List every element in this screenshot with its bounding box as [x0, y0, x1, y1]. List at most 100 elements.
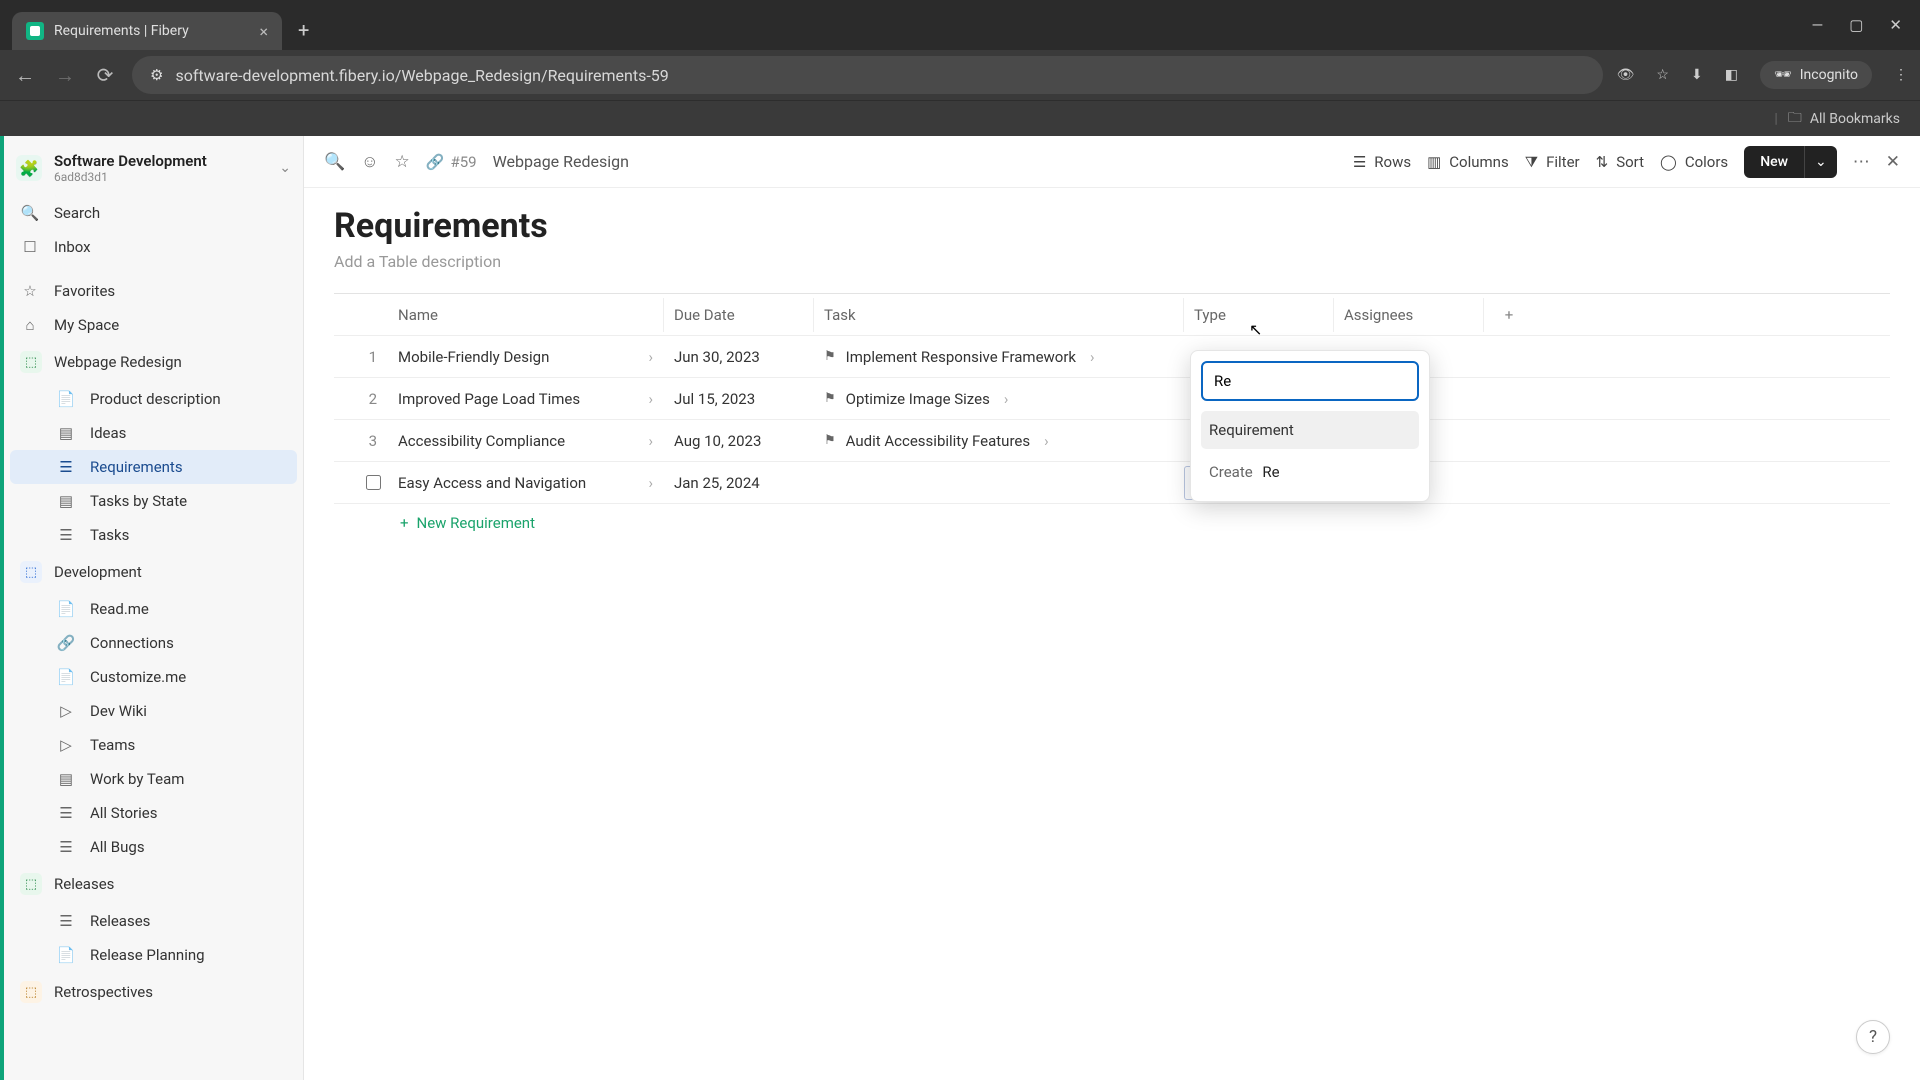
add-requirement-button[interactable]: + New Requirement	[334, 504, 1890, 542]
address-bar[interactable]: ⚙ software-development.fibery.io/Webpage…	[132, 56, 1603, 94]
sidebar-item-connections[interactable]: 🔗Connections	[10, 626, 297, 660]
sidebar-item-product-description[interactable]: 📄Product description	[10, 382, 297, 416]
window-minimize-icon[interactable]: —	[1812, 16, 1824, 34]
expand-icon[interactable]: ›	[648, 348, 653, 366]
space-icon: ⬚	[20, 873, 42, 895]
cell-due[interactable]: Jan 25, 2024	[664, 466, 814, 500]
row-checkbox[interactable]	[352, 475, 392, 490]
colors-button[interactable]: ◯Colors	[1660, 153, 1728, 171]
expand-icon[interactable]: ›	[1004, 390, 1009, 408]
home-icon: ⌂	[20, 316, 40, 334]
close-icon[interactable]: ✕	[1886, 152, 1900, 172]
window-maximize-icon[interactable]: ▢	[1849, 16, 1863, 34]
sidebar-search[interactable]: 🔍Search	[10, 196, 297, 230]
sidebar-item-dev-wiki[interactable]: ▷Dev Wiki	[10, 694, 297, 728]
cell-name[interactable]: Easy Access and Navigation›	[392, 466, 664, 500]
cell-due[interactable]: Aug 10, 2023	[664, 424, 814, 458]
sidebar-item-ideas[interactable]: ▤Ideas	[10, 416, 297, 450]
star-icon[interactable]: ☆	[395, 152, 410, 172]
cell-due[interactable]: Jul 15, 2023	[664, 382, 814, 416]
type-option-requirement[interactable]: Requirement	[1201, 411, 1419, 449]
table-row[interactable]: Easy Access and Navigation› Jan 25, 2024	[334, 462, 1890, 504]
table-row[interactable]: 2 Improved Page Load Times› Jul 15, 2023…	[334, 378, 1890, 420]
side-panel-icon[interactable]: ◧	[1725, 67, 1738, 83]
cell-task[interactable]	[814, 475, 1184, 491]
expand-icon[interactable]: ›	[1090, 348, 1095, 366]
sidebar-item-customize[interactable]: 📄Customize.me	[10, 660, 297, 694]
entity-ref[interactable]: 🔗#59	[426, 153, 477, 171]
sidebar-item-all-stories[interactable]: ☰All Stories	[10, 796, 297, 830]
chevron-down-icon: ⌄	[279, 160, 291, 176]
sidebar-item-tasks[interactable]: ☰Tasks	[10, 518, 297, 552]
type-create-option[interactable]: Create Re	[1201, 453, 1419, 491]
new-tab-button[interactable]: +	[298, 18, 309, 42]
cell-task[interactable]: ⚑Audit Accessibility Features›	[814, 424, 1184, 458]
expand-icon[interactable]: ›	[1044, 432, 1049, 450]
cell-due[interactable]: Jun 30, 2023	[664, 340, 814, 374]
incognito-icon: 🕶	[1774, 67, 1792, 83]
link-icon: 🔗	[426, 153, 445, 171]
expand-icon[interactable]: ›	[648, 390, 653, 408]
tab-close-icon[interactable]: ×	[259, 22, 268, 41]
add-column-button[interactable]: +	[1484, 306, 1534, 324]
bookmark-star-icon[interactable]: ☆	[1656, 67, 1669, 83]
cell-task[interactable]: ⚑Optimize Image Sizes›	[814, 382, 1184, 416]
space-releases[interactable]: ⬚Releases	[10, 864, 297, 904]
emoji-icon[interactable]: ☺	[361, 152, 378, 172]
columns-button[interactable]: ▥Columns	[1427, 153, 1509, 171]
sidebar-my-space[interactable]: ⌂My Space	[10, 308, 297, 342]
sort-button[interactable]: ⇅Sort	[1596, 153, 1644, 171]
rows-button[interactable]: ☰Rows	[1353, 153, 1411, 171]
site-settings-icon[interactable]: ⚙	[150, 66, 163, 84]
table-description-input[interactable]: Add a Table description	[334, 252, 1890, 271]
sidebar-item-tasks-by-state[interactable]: ▤Tasks by State	[10, 484, 297, 518]
window-close-icon[interactable]: ✕	[1889, 16, 1902, 34]
cell-name[interactable]: Improved Page Load Times›	[392, 382, 664, 416]
column-header-due[interactable]: Due Date	[664, 298, 814, 332]
table-row[interactable]: 1 Mobile-Friendly Design› Jun 30, 2023 ⚑…	[334, 336, 1890, 378]
space-development[interactable]: ⬚Development	[10, 552, 297, 592]
all-bookmarks-button[interactable]: 🗀 All Bookmarks	[1788, 107, 1900, 131]
inbox-icon: ☐	[20, 238, 40, 256]
incognito-indicator[interactable]: 🕶 Incognito	[1760, 61, 1872, 89]
list-icon: ☰	[56, 526, 76, 544]
new-dropdown-icon[interactable]: ⌄	[1804, 146, 1837, 178]
browser-menu-icon[interactable]: ⋮	[1894, 67, 1908, 83]
new-button[interactable]: New ⌄	[1744, 146, 1837, 178]
expand-icon[interactable]: ›	[648, 432, 653, 450]
sidebar-item-releases[interactable]: ☰Releases	[10, 904, 297, 938]
link-icon: 🔗	[56, 634, 76, 652]
more-icon[interactable]: ⋯	[1853, 152, 1870, 172]
downloads-icon[interactable]: ⬇	[1691, 67, 1703, 83]
column-header-type[interactable]: Type	[1184, 298, 1334, 332]
filter-button[interactable]: ⧩Filter	[1525, 153, 1580, 171]
browser-tab[interactable]: Requirements | Fibery ×	[12, 12, 282, 50]
sidebar-favorites[interactable]: ☆Favorites	[10, 274, 297, 308]
cell-name[interactable]: Mobile-Friendly Design›	[392, 340, 664, 374]
column-header-task[interactable]: Task	[814, 298, 1184, 332]
nav-back-icon[interactable]: ←	[12, 63, 38, 88]
sidebar-item-requirements[interactable]: ☰Requirements	[10, 450, 297, 484]
workspace-switcher[interactable]: 🧩 Software Development 6ad8d3d1 ⌄	[10, 144, 297, 196]
breadcrumb[interactable]: Webpage Redesign	[493, 152, 629, 171]
cell-task[interactable]: ⚑Implement Responsive Framework›	[814, 340, 1184, 374]
sidebar-item-release-planning[interactable]: 📄Release Planning	[10, 938, 297, 972]
space-webpage-redesign[interactable]: ⬚Webpage Redesign	[10, 342, 297, 382]
sidebar-item-work-by-team[interactable]: ▤Work by Team	[10, 762, 297, 796]
search-icon[interactable]: 🔍	[324, 152, 345, 172]
nav-reload-icon[interactable]: ⟳	[92, 63, 118, 87]
column-header-assignees[interactable]: Assignees	[1334, 298, 1484, 332]
nav-forward-icon[interactable]: →	[52, 63, 78, 88]
sidebar-item-readme[interactable]: 📄Read.me	[10, 592, 297, 626]
space-retrospectives[interactable]: ⬚Retrospectives	[10, 972, 297, 1012]
column-header-name[interactable]: Name	[392, 298, 664, 332]
sidebar-item-teams[interactable]: ▷Teams	[10, 728, 297, 762]
expand-icon[interactable]: ›	[648, 474, 653, 492]
help-button[interactable]: ?	[1856, 1020, 1890, 1054]
type-search-input[interactable]	[1201, 361, 1419, 401]
sidebar-item-all-bugs[interactable]: ☰All Bugs	[10, 830, 297, 864]
sidebar-inbox[interactable]: ☐Inbox	[10, 230, 297, 264]
table-row[interactable]: 3 Accessibility Compliance› Aug 10, 2023…	[334, 420, 1890, 462]
cell-name[interactable]: Accessibility Compliance›	[392, 424, 664, 458]
tracking-icon[interactable]: 👁	[1617, 67, 1635, 83]
